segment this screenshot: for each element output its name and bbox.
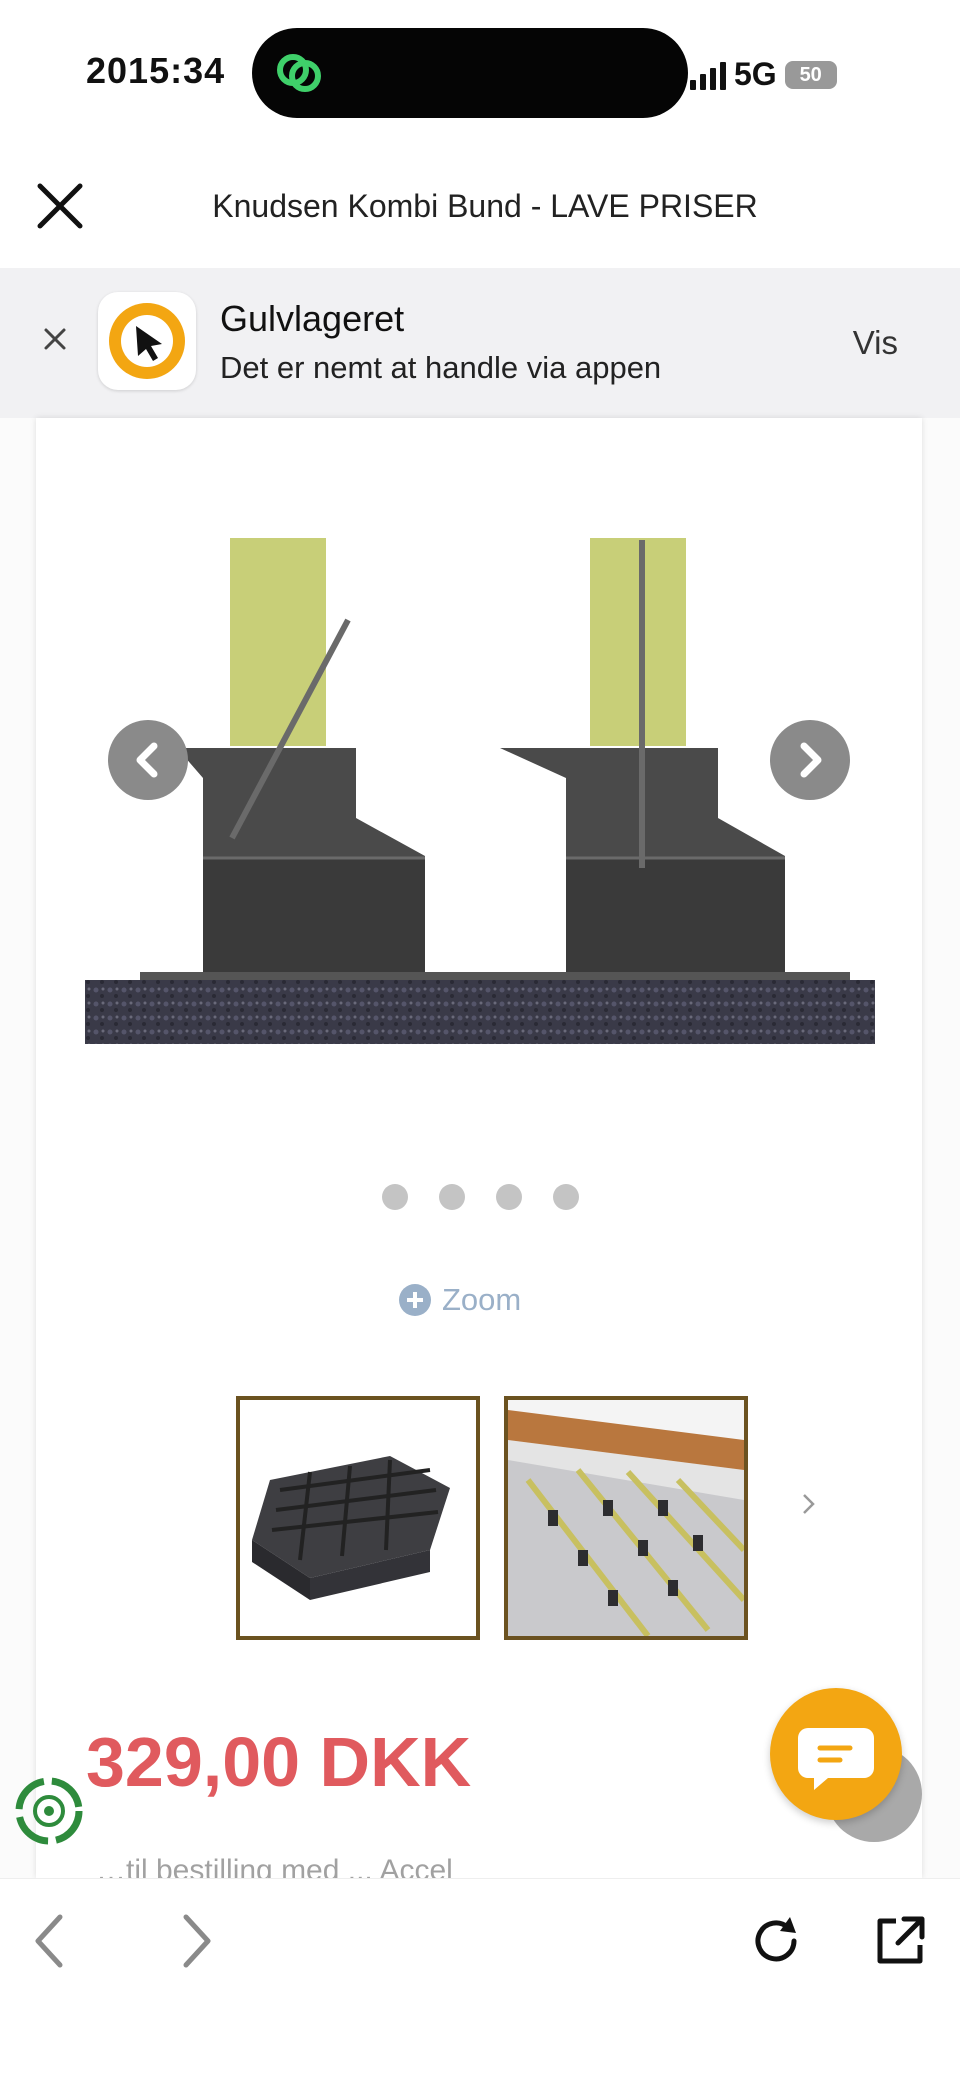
browser-header: Knudsen Kombi Bund - LAVE PRISER [0,140,960,268]
banner-close-icon[interactable] [40,324,70,354]
thumbnail-image [508,1400,744,1636]
thumbnail-image [252,1456,450,1600]
gallery-dots [0,1184,960,1210]
app-banner: Gulvlageret Det er nemt at handle via ap… [0,268,960,418]
gallery-dot[interactable] [552,1184,579,1210]
gallery-prev-button[interactable] [108,720,188,800]
signal-icon [690,60,726,90]
zoom-plus-icon [399,1284,431,1316]
thumbnail-product[interactable] [236,1396,480,1640]
link-icon [277,54,321,92]
chevron-right-icon [800,742,822,778]
status-time: 2015:34 [86,50,226,91]
zoom-button[interactable]: Zoom [398,1282,521,1318]
chevron-left-icon [136,742,158,778]
back-icon[interactable] [22,1911,82,1971]
gallery-dot[interactable] [381,1184,408,1210]
reload-icon[interactable] [746,1911,806,1971]
app-icon[interactable] [98,292,196,390]
status-indicators: 5G 50 [690,56,837,93]
dynamic-island [252,28,688,118]
thumbnail-installation[interactable] [504,1396,748,1640]
eco-badge-icon[interactable] [14,1776,84,1846]
zoom-label: Zoom [442,1282,522,1317]
gallery-dot[interactable] [438,1184,465,1210]
gallery-dot[interactable] [495,1184,522,1210]
browser-toolbar [0,1878,960,2081]
page-content: Zoom 329,00 DKK …til bestilling med ... … [0,418,960,1887]
status-bar: 2015:34 5G 50 [0,0,960,140]
cursor-icon [109,303,185,379]
banner-view-button[interactable]: Vis [853,324,898,362]
battery-icon: 50 [784,60,837,89]
banner-subtitle: Det er nemt at handle via appen [220,350,662,385]
network-label: 5G [734,56,777,92]
page: 2015:34 5G 50 Knudsen Kombi Bund - LAVE … [0,0,960,2081]
gallery-next-button[interactable] [770,720,850,800]
thumbnail-next-icon[interactable] [796,1492,820,1516]
share-icon[interactable] [870,1911,930,1971]
forward-icon[interactable] [164,1911,224,1971]
page-title: Knudsen Kombi Bund - LAVE PRISER [212,188,758,224]
banner-app-name: Gulvlageret [220,298,405,339]
chat-icon [798,1728,874,1790]
chat-button[interactable] [770,1688,902,1820]
product-price: 329,00 DKK [86,1723,472,1801]
